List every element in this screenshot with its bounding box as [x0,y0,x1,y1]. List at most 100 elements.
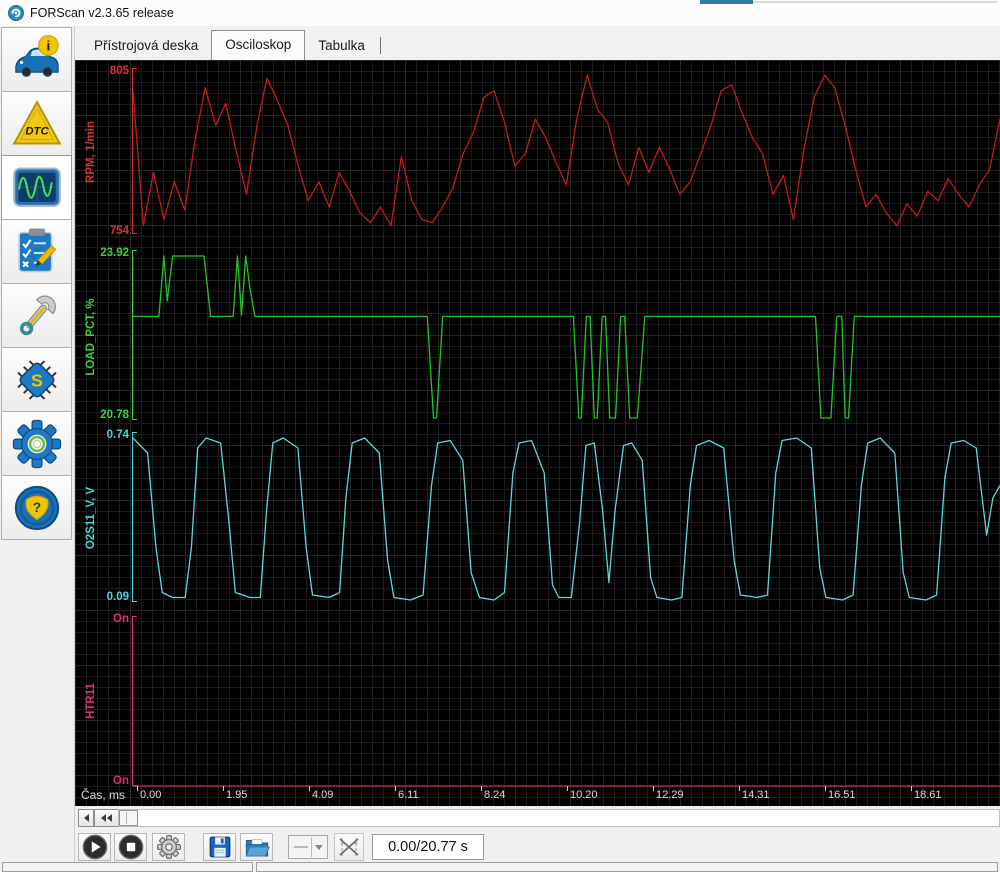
x-tick-label: 8.24 [484,789,505,801]
load-max-label: 23.92 [100,247,129,259]
chip-icon: S [11,354,63,406]
top-accent-bar [700,0,753,4]
stop-button[interactable] [114,833,147,861]
status-panel-left [2,862,253,872]
x-tick-mark [481,786,482,791]
window-title: FORScan v2.3.65 release [30,0,174,26]
tab-bar: Přístrojová deska Osciloskop Tabulka [75,26,1000,60]
forscan-window: FORScan v2.3.65 release i DTC [0,0,1000,870]
x-tick-label: 14.31 [742,789,770,801]
left-arrow-icon [107,814,112,822]
top-accent-line [753,1,997,3]
scrollbar-track[interactable] [118,809,1000,827]
gear-icon [11,418,63,470]
stop-icon [117,833,145,861]
x-tick-label: 4.09 [312,789,333,801]
dropdown-arrow [311,837,326,857]
record-settings-button[interactable] [152,833,185,861]
sidebar-item-settings[interactable] [1,411,72,476]
x-tick-mark [567,786,568,791]
x-tick-mark [223,786,224,791]
rpm-min-label: 754 [110,225,129,237]
trace-rpm-1-min [133,75,1000,226]
x-tick-label: 1.95 [226,789,247,801]
marker-select-dropdown[interactable] [288,835,328,859]
sidebar-item-oscilloscope[interactable] [1,155,72,220]
help-steering-wheel-icon: ? [11,482,63,534]
scrollbar-thumb[interactable] [119,810,138,826]
x-tick-mark [309,786,310,791]
gear-icon [156,834,182,860]
sidebar-item-configuration[interactable]: S [1,347,72,412]
sidebar-item-vehicle-info[interactable]: i [1,27,72,92]
scrollbar-row [75,806,1000,832]
x-tick-mark [653,786,654,791]
app-icon [8,5,24,21]
toolbar: 0.00/20.77 s [75,832,1000,862]
x-tick-label: 16.51 [828,789,856,801]
markers-off-icon [337,835,361,859]
svg-text:i: i [46,37,50,53]
x-tick-label: 0.00 [140,789,161,801]
left-arrow-icon [84,814,89,822]
tab-osciloskop[interactable]: Osciloskop [211,30,305,60]
oscilloscope-chart: 805 754 RPM, 1/min 23.92 20.78 LOAD_PCT,… [75,60,1000,806]
tab-tabulka[interactable]: Tabulka [305,32,378,60]
x-tick-label: 10.20 [570,789,598,801]
x-tick-label: 6.11 [398,789,419,801]
bottom-status-strip [0,862,1000,870]
scroll-left-button[interactable] [78,809,94,827]
load-channel-name: LOAD_PCT, % [85,298,97,375]
save-floppy-icon [207,834,233,860]
dash-line-icon [294,846,308,848]
trace-o2s11-v-v [133,438,1000,600]
o2s11-min-label: 0.09 [107,591,129,603]
load-y-axis-line [132,250,133,420]
sidebar: i DTC [0,26,75,870]
play-icon [81,833,109,861]
oscilloscope-traces [75,60,1000,806]
sidebar-item-tests[interactable] [1,219,72,284]
title-bar: FORScan v2.3.65 release [0,0,1000,26]
save-button[interactable] [203,833,236,861]
open-button[interactable] [240,833,273,861]
htr11-y-axis-line [132,616,133,786]
test-checklist-icon [11,226,63,278]
wrench-icon [11,290,63,342]
x-tick-mark [911,786,912,791]
car-info-icon: i [11,34,63,86]
play-button[interactable] [78,833,111,861]
o2s11-y-axis-line [132,432,133,602]
rpm-y-axis-line [132,68,133,234]
x-tick-mark [137,786,138,791]
left-arrow-icon [101,814,106,822]
load-min-label: 20.78 [100,409,129,421]
svg-text:DTC: DTC [25,125,49,137]
htr11-channel-name: HTR11 [85,683,97,719]
open-folder-icon [243,834,271,860]
markers-toggle-button[interactable] [334,833,364,861]
chevron-down-icon [315,845,323,850]
svg-text:?: ? [32,499,40,515]
svg-text:S: S [31,370,43,390]
x-axis-label: Čas, ms [81,788,125,802]
x-tick-label: 12.29 [656,789,684,801]
dtc-warning-icon: DTC [11,98,63,150]
rpm-max-label: 805 [110,65,129,77]
trace-load-pct [133,256,1000,418]
rpm-channel-name: RPM, 1/min [85,121,97,183]
sidebar-item-service-functions[interactable] [1,283,72,348]
x-tick-label: 18.61 [914,789,942,801]
x-tick-mark [825,786,826,791]
o2s11-channel-name: O2S11_V, V [85,487,97,549]
tab-pristrojova-deska[interactable]: Přístrojová deska [81,32,211,60]
scroll-left-fast-button[interactable] [94,809,119,827]
status-panel-right [256,862,998,872]
htr11-max-label: On [113,613,129,625]
sidebar-item-about[interactable]: ? [1,475,72,540]
sidebar-item-dtc[interactable]: DTC [1,91,72,156]
x-tick-mark [739,786,740,791]
oscilloscope-icon [11,162,63,214]
o2s11-max-label: 0.74 [107,429,129,441]
time-display: 0.00/20.77 s [372,834,484,860]
